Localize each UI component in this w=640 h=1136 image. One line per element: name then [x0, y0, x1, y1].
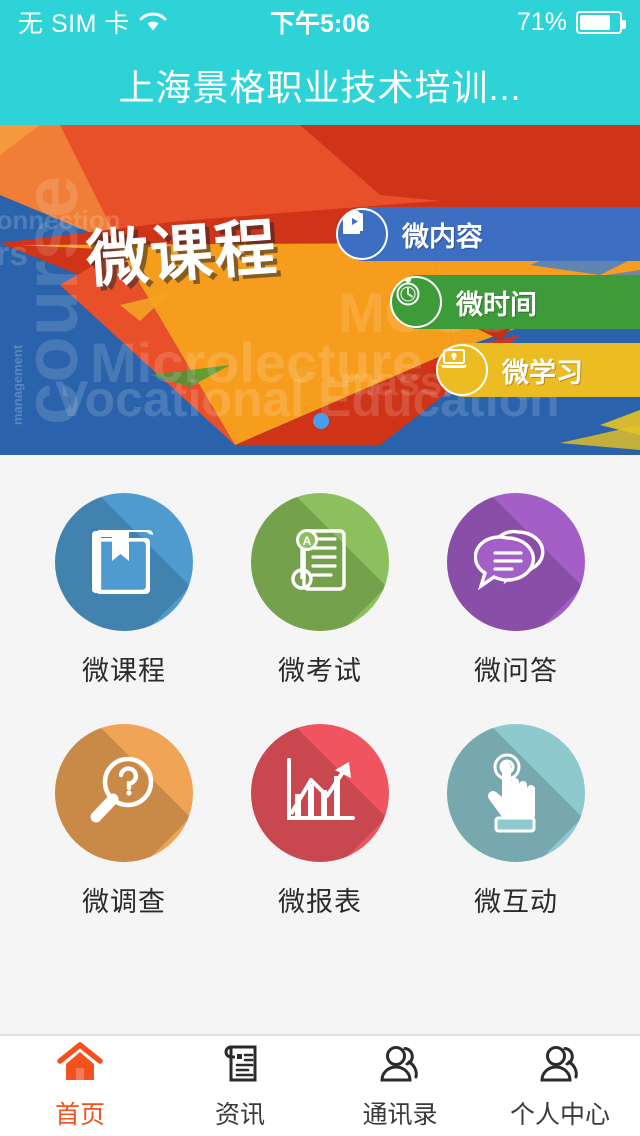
grid-item-micro-qa[interactable]: 微问答 — [418, 493, 614, 688]
tab-news[interactable]: 资讯 — [160, 1036, 320, 1136]
status-bar: 无 SIM 卡 下午5:06 71% — [0, 0, 640, 44]
nav-bar: 上海景格职业技术培训... — [0, 44, 640, 125]
banner-pill-micro-study[interactable]: 微学习 — [436, 343, 640, 397]
contacts-icon — [377, 1042, 423, 1089]
bar-chart-icon — [251, 724, 389, 862]
page-title: 上海景格职业技术培训... — [118, 66, 522, 108]
grid-item-micro-survey[interactable]: 微调查 — [26, 724, 222, 919]
svg-text:A: A — [303, 534, 312, 548]
home-icon — [57, 1041, 103, 1089]
tab-label: 个人中心 — [509, 1100, 610, 1129]
grid-item-micro-report[interactable]: 微报表 — [222, 724, 418, 919]
status-bar-left: 无 SIM 卡 — [18, 4, 168, 40]
banner-title: 微课程 — [84, 213, 281, 296]
tab-label: 通讯录 — [362, 1100, 438, 1129]
exam-paper-icon: A — [251, 493, 389, 631]
status-bar-right: 71% — [516, 7, 626, 37]
grid-item-label: 微报表 — [278, 887, 362, 917]
book-icon — [55, 493, 193, 631]
grid-item-label: 微考试 — [278, 656, 362, 686]
tab-profile[interactable]: 个人中心 — [480, 1036, 640, 1136]
banner-page-indicator[interactable] — [313, 413, 329, 429]
carrier-label: 无 SIM 卡 — [18, 10, 130, 38]
battery-level-fill — [580, 14, 610, 30]
banner-pill-label: 微时间 — [456, 289, 537, 320]
grid-item-micro-course[interactable]: 微课程 — [26, 493, 222, 688]
banner-pill-label: 微学习 — [502, 357, 583, 388]
tab-label: 资讯 — [214, 1100, 265, 1129]
document-play-icon — [336, 208, 388, 260]
chat-bubbles-icon — [447, 493, 585, 631]
wifi-icon — [138, 11, 168, 33]
battery-icon — [576, 10, 626, 34]
grid-item-micro-exam[interactable]: A 微考试 — [222, 493, 418, 688]
banner-pill-micro-content[interactable]: 微内容 — [336, 207, 640, 261]
bottom-tab-bar: 首页 资讯 通讯录 个人中心 — [0, 1034, 640, 1136]
grid-item-label: 微课程 — [82, 656, 166, 686]
feature-grid: 微课程 A 微考试 微问答 微调查 微报表 微互动 — [0, 455, 640, 919]
tab-contacts[interactable]: 通讯录 — [320, 1036, 480, 1136]
grid-item-label: 微问答 — [474, 656, 558, 686]
promo-banner[interactable]: connection rs course management school d… — [0, 125, 640, 455]
grid-item-micro-interaction[interactable]: 微互动 — [418, 724, 614, 919]
grid-item-label: 微互动 — [474, 887, 558, 917]
profile-icon — [537, 1042, 583, 1089]
banner-pill-micro-time[interactable]: 微时间 — [390, 275, 640, 329]
app-screen: 无 SIM 卡 下午5:06 71% 上海景格职业技术培训... managem… — [0, 0, 640, 1136]
touch-hand-icon — [447, 724, 585, 862]
banner-pill-label: 微内容 — [402, 221, 483, 252]
grid-item-label: 微调查 — [82, 887, 166, 917]
laptop-icon — [436, 344, 488, 396]
stopwatch-icon — [390, 276, 442, 328]
news-icon — [217, 1042, 263, 1089]
search-question-icon — [55, 724, 193, 862]
tab-label: 首页 — [54, 1100, 105, 1129]
tab-home[interactable]: 首页 — [0, 1036, 160, 1136]
battery-percent-label: 71% — [516, 7, 567, 36]
